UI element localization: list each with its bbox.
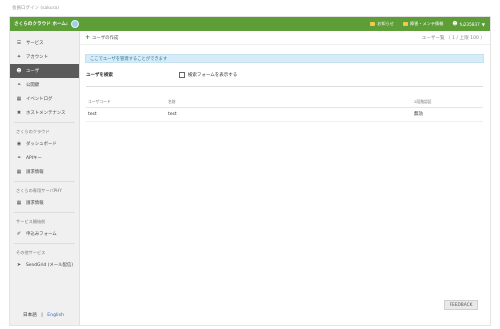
dashboard-icon: ◉ bbox=[16, 141, 22, 147]
content-header: + ユーザの作成 ユーザー覧 （ 1 / 上限 100 ） bbox=[80, 31, 490, 45]
caret-down-icon: ▼ bbox=[481, 21, 485, 27]
notice-label: お知らせ bbox=[377, 21, 394, 26]
billing-icon: ▦ bbox=[16, 200, 22, 206]
sidebar-item-label: ホストメンテナンス bbox=[26, 111, 66, 116]
billing-icon: ▦ bbox=[16, 169, 22, 175]
feedback-button[interactable]: FEEDBACK bbox=[444, 300, 478, 310]
sidebar-item-label: 請求情報 bbox=[26, 170, 44, 175]
top-right-menu: お知らせ 障害・メンテ情報 ☻ fu235837 ▼ bbox=[370, 21, 490, 27]
person-icon: ☻ bbox=[452, 20, 458, 27]
page-top-title: 会員ログイン (sakura) bbox=[12, 6, 59, 11]
list-icon: ☰ bbox=[16, 40, 22, 46]
checkbox[interactable] bbox=[178, 72, 185, 78]
sidebar-item-label: ダッシュボード bbox=[26, 142, 57, 147]
form-icon: ✐ bbox=[16, 231, 22, 237]
api-key-icon: ⚭ bbox=[16, 155, 22, 161]
main-content: + ユーザの作成 ユーザー覧 （ 1 / 上限 100 ） ここでユーザを管理す… bbox=[80, 31, 490, 325]
account-menu[interactable]: ☻ fu235837 ▼ bbox=[452, 20, 485, 27]
sidebar-item-label: 申込みフォーム bbox=[26, 232, 57, 237]
maintenance-info-icon bbox=[402, 22, 408, 26]
cell-name: test bbox=[166, 107, 412, 122]
globe-icon bbox=[70, 20, 79, 28]
sidebar-item-label: APIキー bbox=[26, 156, 42, 161]
sidebar: ☰ サービス ✦ アカウント ☻ ユーザ ⚭ 公開鍵 ▦ イベントログ ✖ ホス… bbox=[10, 31, 80, 325]
sidebar-item-label: SendGrid (メール配信) bbox=[26, 263, 74, 268]
account-label: fu235837 bbox=[459, 21, 480, 27]
sidebar-item-account[interactable]: ✦ アカウント bbox=[10, 50, 79, 64]
sidebar-item-user[interactable]: ☻ ユーザ bbox=[10, 64, 79, 78]
divider bbox=[86, 86, 483, 87]
log-icon: ▦ bbox=[16, 96, 22, 102]
info-banner: ここでユーザを管理することができます bbox=[85, 54, 484, 63]
sendgrid-icon: ➤ bbox=[16, 262, 22, 268]
maintenance-info-link[interactable]: 障害・メンテ情報 bbox=[402, 21, 444, 27]
sidebar-item-label: 請求情報 bbox=[26, 201, 44, 206]
add-user-label: ユーザの作成 bbox=[92, 35, 119, 41]
search-row: ユーザを検索 検索フォームを表示する bbox=[86, 72, 483, 78]
sidebar-divider bbox=[14, 181, 75, 182]
sidebar-item-label: サービス bbox=[26, 41, 44, 46]
table-header-row: ユーザコード 名前 2段階認証 bbox=[86, 97, 483, 108]
maintenance-icon: ✖ bbox=[16, 110, 22, 116]
sidebar-divider bbox=[14, 122, 75, 123]
sidebar-item-dashboard[interactable]: ◉ ダッシュボード bbox=[10, 137, 79, 151]
sidebar-item-dedicated-billing[interactable]: ▦ 請求情報 bbox=[10, 196, 79, 210]
lang-japanese[interactable]: 日本語 bbox=[23, 313, 37, 318]
wrench-icon: ✦ bbox=[16, 54, 22, 60]
notice-link[interactable]: お知らせ bbox=[370, 21, 394, 27]
language-switcher: 日本語 | English bbox=[23, 312, 64, 318]
sidebar-item-label: アカウント bbox=[26, 55, 48, 60]
brand-title: さくらのクラウド ホーム: bbox=[14, 22, 68, 27]
lang-english[interactable]: English bbox=[47, 313, 64, 318]
table-row[interactable]: test test 無効 bbox=[86, 107, 483, 122]
plus-icon: + bbox=[85, 34, 91, 41]
sidebar-item-event-log[interactable]: ▦ イベントログ bbox=[10, 92, 79, 106]
sidebar-section-service-start: サービス開始前 bbox=[16, 219, 46, 224]
sidebar-item-host-maintenance[interactable]: ✖ ホストメンテナンス bbox=[10, 106, 79, 120]
sidebar-item-application-form[interactable]: ✐ 申込みフォーム bbox=[10, 227, 79, 241]
col-header-two-factor[interactable]: 2段階認証 bbox=[412, 97, 483, 108]
sidebar-item-service[interactable]: ☰ サービス bbox=[10, 36, 79, 50]
checkbox-label: 検索フォームを表示する bbox=[187, 73, 238, 78]
sidebar-item-label: 公開鍵 bbox=[26, 83, 40, 88]
maintenance-info-label: 障害・メンテ情報 bbox=[409, 21, 444, 26]
sidebar-item-api-key[interactable]: ⚭ APIキー bbox=[10, 151, 79, 165]
user-count: ユーザー覧 （ 1 / 上限 100 ） bbox=[421, 35, 485, 41]
sidebar-item-cloud-billing[interactable]: ▦ 請求情報 bbox=[10, 165, 79, 179]
search-heading: ユーザを検索 bbox=[86, 73, 113, 78]
user-table: ユーザコード 名前 2段階認証 test test 無効 bbox=[86, 97, 483, 122]
add-user-button[interactable]: + ユーザの作成 bbox=[85, 34, 118, 41]
sidebar-item-public-key[interactable]: ⚭ 公開鍵 bbox=[10, 78, 79, 92]
col-header-name[interactable]: 名前 bbox=[166, 97, 412, 108]
notice-icon bbox=[370, 22, 376, 26]
sidebar-section-cloud: さくらのクラウド bbox=[16, 129, 50, 134]
show-search-form-toggle[interactable]: 検索フォームを表示する bbox=[178, 72, 238, 78]
cell-user-code[interactable]: test bbox=[86, 107, 166, 122]
sidebar-item-label: ユーザ bbox=[26, 69, 40, 74]
users-icon: ☻ bbox=[16, 68, 22, 74]
col-header-user-code[interactable]: ユーザコード bbox=[86, 97, 166, 108]
sidebar-item-label: イベントログ bbox=[26, 97, 53, 102]
cell-two-factor: 無効 bbox=[412, 107, 483, 122]
sidebar-divider bbox=[14, 243, 75, 244]
top-bar: さくらのクラウド ホーム: お知らせ 障害・メンテ情報 ☻ fu235837 ▼ bbox=[10, 17, 490, 31]
lang-separator: | bbox=[41, 313, 43, 318]
app-window: さくらのクラウド ホーム: お知らせ 障害・メンテ情報 ☻ fu235837 ▼… bbox=[9, 16, 491, 326]
sidebar-section-dedicated: さくらの専用サーバPHY bbox=[16, 188, 62, 193]
sidebar-section-others: その他サービス bbox=[16, 250, 46, 255]
brand[interactable]: さくらのクラウド ホーム: bbox=[10, 20, 79, 28]
sidebar-item-sendgrid[interactable]: ➤ SendGrid (メール配信) bbox=[10, 258, 79, 272]
sidebar-divider bbox=[14, 212, 75, 213]
key-icon: ⚭ bbox=[16, 82, 22, 88]
